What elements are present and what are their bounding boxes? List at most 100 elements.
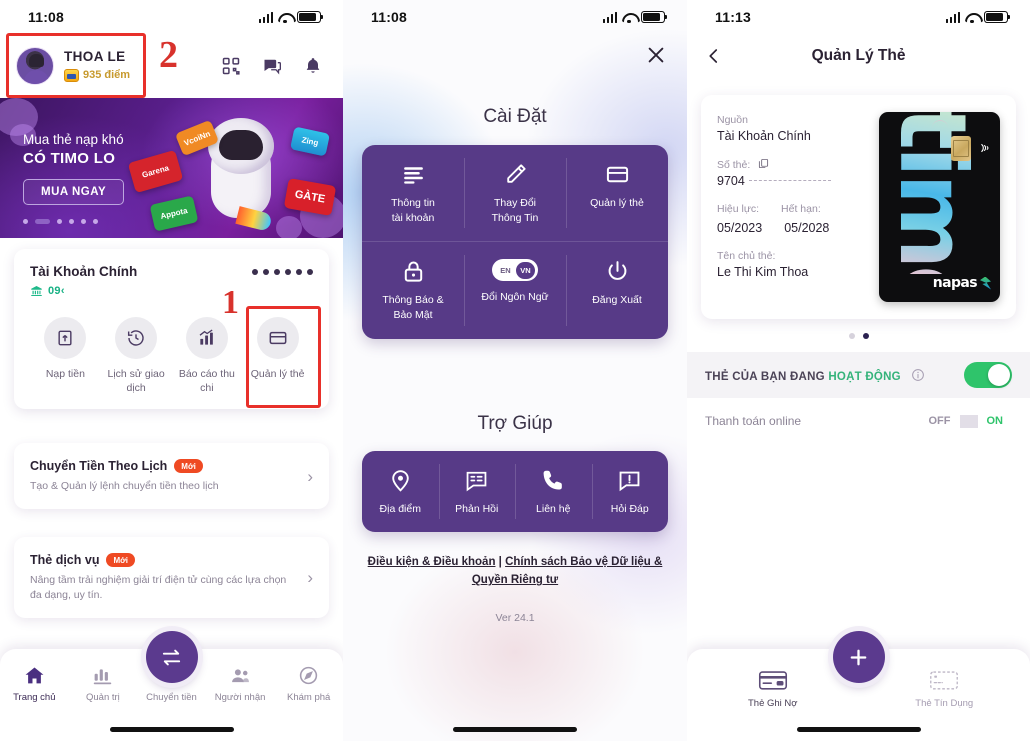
- help-item-contact[interactable]: Liên hệ: [515, 451, 592, 533]
- status-indicators: [945, 11, 1011, 23]
- settings-item-change-language[interactable]: EN VN Đổi Ngôn Ngữ: [464, 242, 566, 338]
- segment-on[interactable]: ON: [978, 411, 1013, 431]
- chip-icon: [951, 136, 971, 161]
- user-points: 935 điểm: [64, 69, 130, 83]
- source-value: Tài Khoản Chính: [717, 129, 811, 143]
- card-pagination[interactable]: [687, 333, 1030, 339]
- quick-action-report[interactable]: Báo cáo thu chi: [172, 317, 243, 395]
- cellular-signal-icon: [945, 11, 960, 23]
- card-icon: [605, 162, 630, 187]
- settings-item-account-info[interactable]: Thông tin tài khoản: [362, 145, 464, 241]
- help-panel: Địa điểm Phản Hồi Liên hệ Hỏi Đáp: [362, 450, 669, 533]
- history-icon: [115, 317, 158, 359]
- holder-label: Tên chủ thẻ:: [717, 250, 776, 262]
- expiry-value: 05/2028: [784, 221, 830, 235]
- nav-item-debit-card[interactable]: Thẻ Ghi Nợ: [687, 669, 859, 709]
- status-indicators: [602, 11, 668, 23]
- online-payment-label: Thanh toán online: [705, 414, 802, 428]
- nav-item-explore[interactable]: Khám phá: [274, 665, 343, 703]
- points-text: 935 điểm: [83, 69, 131, 82]
- settings-row: Thông Báo & Bảo Mật EN VN Đổi Ngôn Ngữ Đ…: [362, 241, 668, 338]
- bank-icon: [30, 285, 43, 297]
- promo-row-scheduled-transfer[interactable]: Chuyển Tiền Theo Lịch Mới Tạo & Quản lý …: [14, 443, 329, 510]
- settings-item-label: Thông Báo & Bảo Mật: [382, 294, 444, 322]
- card-status-prefix: THẺ CỦA BẠN ĐANG: [705, 370, 825, 383]
- settings-item-change-info[interactable]: Thay Đổi Thông Tin: [464, 145, 566, 241]
- card-active-toggle[interactable]: [964, 362, 1012, 388]
- banner-cta-button[interactable]: MUA NGAY: [23, 179, 125, 205]
- card-status-row: THẺ CỦA BẠN ĐANG HOẠT ĐỘNG: [687, 352, 1030, 398]
- help-item-feedback[interactable]: Phản Hồi: [438, 451, 516, 533]
- nav-item-manage[interactable]: Quản trị: [69, 665, 138, 703]
- card-holder-block: Tên chủ thẻ: Le Thi Kim Thoa: [717, 250, 867, 279]
- online-payment-segmented-control[interactable]: OFF ON: [919, 411, 1013, 431]
- qr-scan-icon[interactable]: [221, 56, 241, 76]
- balance-masked[interactable]: [252, 264, 313, 275]
- help-item-locations[interactable]: Địa điểm: [362, 451, 439, 533]
- copy-icon[interactable]: [758, 158, 769, 169]
- info-icon[interactable]: [911, 368, 925, 382]
- nav-item-home[interactable]: Trang chủ: [0, 665, 69, 703]
- avatar[interactable]: [16, 47, 54, 85]
- card-number-row: Số thẻ:: [717, 158, 867, 171]
- settings-item-notifications-security[interactable]: Thông Báo & Bảo Mật: [362, 242, 464, 338]
- quick-actions: Nạp tiền Lịch sử giao dịch Báo cáo thu c…: [30, 317, 313, 395]
- segment-off[interactable]: OFF: [920, 411, 960, 431]
- nav-label: Quản trị: [85, 692, 120, 703]
- quick-action-label: Lịch sử giao dịch: [107, 368, 165, 395]
- card-number-visible: 9704: [717, 174, 745, 188]
- card-number-block: Số thẻ: 9704: [717, 158, 867, 188]
- card-visual[interactable]: timo napas: [879, 112, 1000, 302]
- settings-title: Cài Đặt: [483, 106, 547, 127]
- chat-icon[interactable]: [262, 56, 282, 76]
- language-toggle-icon[interactable]: EN VN: [492, 259, 538, 282]
- account-number: 09‹: [48, 285, 65, 297]
- card-dates-values: 05/2023 05/2028: [717, 218, 867, 235]
- add-card-fab-button[interactable]: [832, 631, 885, 683]
- nav-item-recipients[interactable]: Người nhận: [206, 665, 275, 703]
- quick-action-card-management[interactable]: Quản lý thẻ: [242, 317, 313, 395]
- nav-item-credit-card[interactable]: Thẻ Tín Dụng: [859, 669, 1030, 709]
- quick-action-history[interactable]: Lịch sử giao dịch: [101, 317, 172, 395]
- nav-label: Thẻ Ghi Nợ: [747, 698, 798, 709]
- battery-icon: [641, 11, 668, 23]
- pager-dot[interactable]: [848, 333, 855, 339]
- card-number-value: 9704: [717, 174, 867, 188]
- promo-title: Thẻ dịch vụ: [30, 553, 100, 567]
- settings-item-card-management[interactable]: Quản lý thẻ: [566, 145, 668, 241]
- transfer-fab-button[interactable]: [145, 631, 198, 683]
- status-time: 11:08: [28, 9, 65, 25]
- expiry-label: Hết hạn:: [781, 203, 821, 215]
- banner-pagination-dots[interactable]: [23, 219, 98, 224]
- help-item-faq[interactable]: Hỏi Đáp: [591, 451, 669, 533]
- nav-label: Trang chủ: [13, 692, 56, 703]
- user-meta: THOA LE 935 điểm: [64, 49, 130, 83]
- game-card: GÀTE: [283, 178, 337, 216]
- account-card: Tài Khoản Chính 09‹ Nạp tiền Lịch sử gia…: [14, 249, 329, 410]
- quick-action-deposit[interactable]: Nạp tiền: [30, 317, 101, 395]
- chevron-left-icon[interactable]: [705, 47, 723, 65]
- valid-from-label: Hiệu lực:: [717, 203, 760, 215]
- chevron-right-icon: ›: [307, 568, 313, 588]
- settings-item-logout[interactable]: Đăng Xuất: [566, 242, 668, 338]
- list-lines-icon: [401, 162, 426, 187]
- faq-icon: [617, 468, 642, 493]
- close-icon[interactable]: [645, 44, 667, 66]
- promo-banner[interactable]: VcoiNn Garena Appota Zing GÀTE Mua thẻ n…: [0, 98, 343, 238]
- holder-value: Le Thi Kim Thoa: [717, 265, 809, 279]
- new-badge: Mới: [174, 459, 203, 473]
- promo-body: Chuyển Tiền Theo Lịch Mới Tạo & Quản lý …: [30, 459, 299, 494]
- source-label: Nguồn: [717, 114, 748, 126]
- bars-chart-icon: [92, 665, 113, 686]
- terms-link[interactable]: Điều kiện & Điều khoản: [368, 556, 496, 568]
- bell-icon[interactable]: [303, 56, 323, 76]
- lock-icon: [401, 259, 426, 284]
- quick-action-label: Quản lý thẻ: [250, 368, 305, 380]
- page-title: Quản Lý Thẻ: [811, 47, 906, 64]
- recipients-icon: [230, 665, 251, 686]
- card-status-text: THẺ CỦA BẠN ĐANG HOẠT ĐỘNG: [705, 368, 925, 383]
- wifi-icon: [622, 12, 636, 23]
- promo-subtitle: Tạo & Quản lý lệnh chuyển tiền theo lịch: [30, 480, 219, 492]
- promo-row-service-card[interactable]: Thẻ dịch vụ Mới Nâng tầm trải nghiệm giả…: [14, 537, 329, 619]
- pager-dot-active[interactable]: [862, 333, 869, 339]
